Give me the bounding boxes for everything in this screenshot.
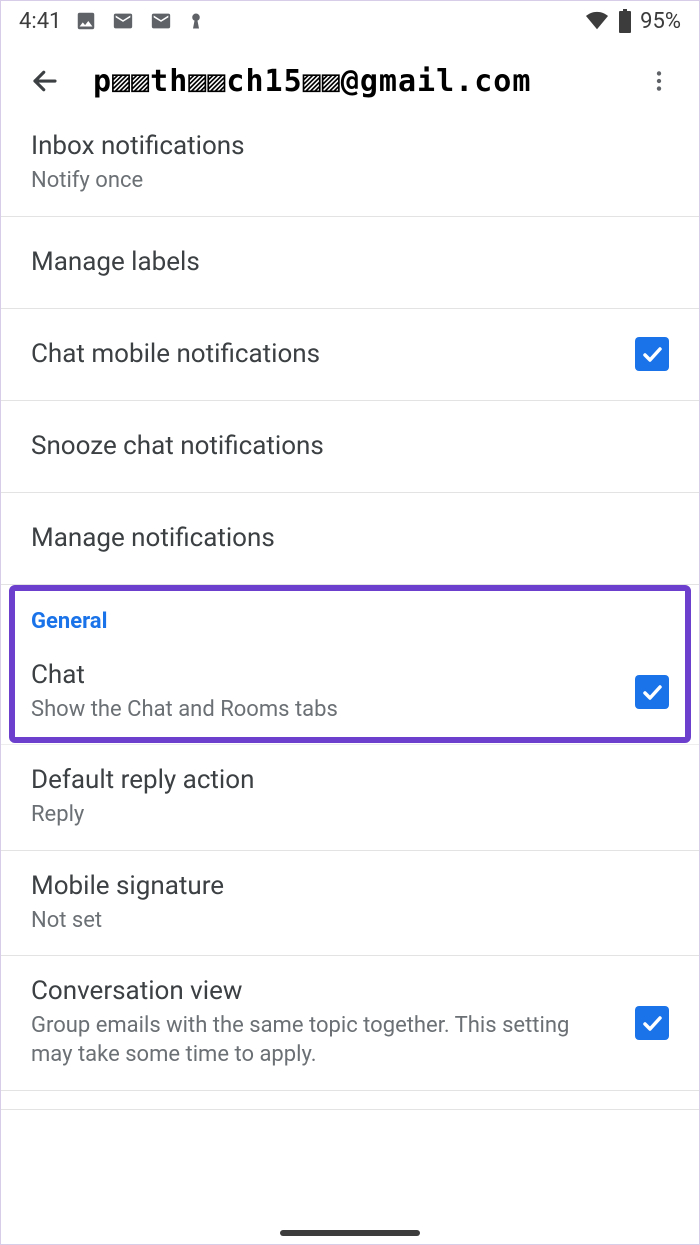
mail1-icon [111,10,135,32]
keyhole-icon [187,10,205,32]
app-bar: p▨▨th▨▨ch15▨▨@gmail.com [1,41,699,121]
row-subtitle: Group emails with the same topic togethe… [31,1012,615,1069]
general-highlight-section: General Chat Show the Chat and Rooms tab… [1,585,699,746]
row-snooze-chat-notifications[interactable]: Snooze chat notifications [1,401,699,493]
battery-icon [618,9,632,33]
status-time: 4:41 [19,9,61,34]
row-chat-mobile-notifications[interactable]: Chat mobile notifications [1,309,699,401]
status-bar: 4:41 95% [1,1,699,41]
row-title: Inbox notifications [31,131,649,161]
row-inbox-notifications[interactable]: Inbox notifications Notify once [1,121,699,217]
settings-list: Inbox notifications Notify once Manage l… [1,121,699,1110]
battery-percent: 95% [640,9,681,34]
row-title: Manage notifications [31,523,649,553]
row-subtitle: Reply [31,801,649,830]
row-title: Mobile signature [31,871,649,901]
mail2-icon [149,10,173,32]
row-conversation-view[interactable]: Conversation view Group emails with the … [1,956,699,1090]
status-left: 4:41 [19,9,205,34]
row-mobile-signature[interactable]: Mobile signature Not set [1,851,699,957]
wifi-icon [584,10,610,32]
row-subtitle: Show the Chat and Rooms tabs [31,696,615,725]
row-title: Chat mobile notifications [31,339,615,369]
back-button[interactable] [25,61,65,101]
row-title: Snooze chat notifications [31,431,649,461]
row-title: Conversation view [31,976,615,1006]
row-default-reply-action[interactable]: Default reply action Reply [1,745,699,851]
row-subtitle: Notify once [31,167,649,196]
checkbox-chat-mobile-notifications[interactable] [635,337,669,371]
row-subtitle: Not set [31,907,649,936]
account-email-title: p▨▨th▨▨ch15▨▨@gmail.com [93,64,639,99]
gesture-nav-indicator [280,1230,420,1236]
row-title: Default reply action [31,765,649,795]
checkbox-conversation-view[interactable] [635,1006,669,1040]
overflow-menu-button[interactable] [639,61,679,101]
section-header-general: General [1,585,699,640]
row-chat[interactable]: Chat Show the Chat and Rooms tabs [1,640,699,746]
checkbox-chat[interactable] [635,675,669,709]
status-right: 95% [584,9,681,34]
row-title: Chat [31,660,615,690]
row-manage-notifications[interactable]: Manage notifications [1,493,699,585]
divider [1,1109,699,1110]
screen: 4:41 95% [0,0,700,1245]
row-manage-labels[interactable]: Manage labels [1,217,699,309]
row-title: Manage labels [31,247,649,277]
picture-icon [75,10,97,32]
